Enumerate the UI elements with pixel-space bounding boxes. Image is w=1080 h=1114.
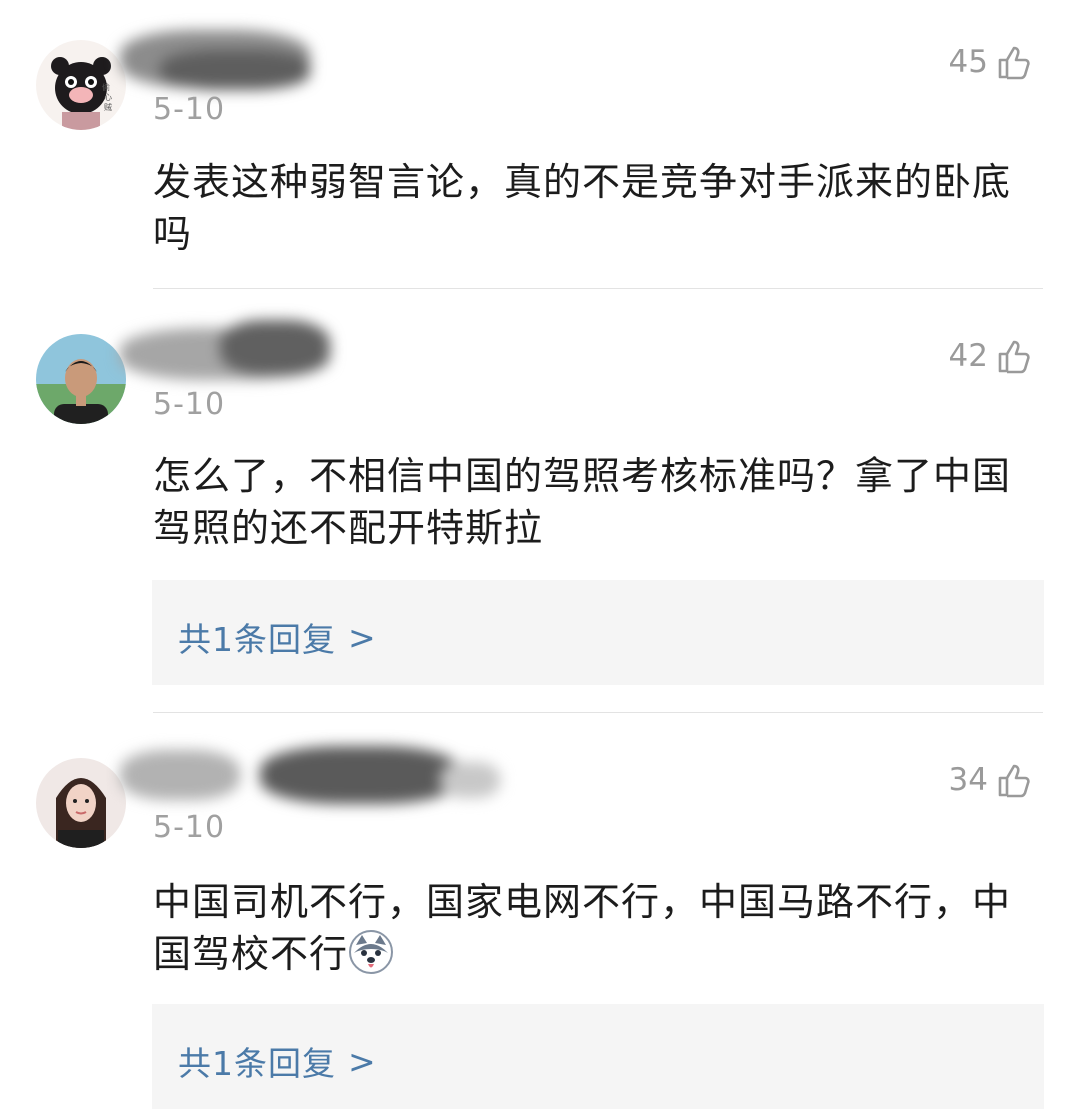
- like-count: 42: [948, 338, 988, 374]
- comment-text: 中国司机不行，国家电网不行，中国马路不行，中国驾校不行: [153, 876, 1043, 980]
- svg-text:贼: 贼: [104, 102, 112, 112]
- user-avatar[interactable]: 偷 心 贼: [36, 40, 126, 130]
- like-button[interactable]: 45: [949, 44, 1032, 80]
- user-avatar[interactable]: [36, 758, 126, 848]
- comment-text-body: 中国司机不行，国家电网不行，中国马路不行，中国驾校不行: [153, 880, 1012, 976]
- view-replies-link[interactable]: 共1条回复 >: [178, 1037, 377, 1085]
- like-button[interactable]: 42: [949, 338, 1032, 374]
- reply-count-label: 共1条回复: [178, 1044, 336, 1083]
- thumbs-up-icon: [998, 46, 1030, 80]
- chevron-right-icon: >: [348, 617, 377, 657]
- like-button[interactable]: 34: [949, 762, 1032, 798]
- comment-item: 5-10 34 中国司机不行，国家电网不行，中国马路不行，中国驾校不行 共1条回…: [0, 714, 1080, 1114]
- thumbs-up-icon: [998, 340, 1030, 374]
- reply-thread-box[interactable]: 共1条回复 >: [152, 1004, 1044, 1109]
- view-replies-link[interactable]: 共1条回复 >: [178, 613, 377, 661]
- comment-date: 5-10: [153, 387, 226, 422]
- reply-thread-box[interactable]: 共1条回复 >: [152, 580, 1044, 685]
- comment-date: 5-10: [153, 92, 226, 127]
- like-count: 34: [948, 762, 988, 798]
- like-count: 45: [948, 44, 988, 80]
- comment-divider: [153, 712, 1043, 713]
- comment-item: 5-10 42 怎么了，不相信中国的驾照考核标准吗？拿了中国驾照的还不配开特斯拉…: [0, 290, 1080, 714]
- comment-text: 怎么了，不相信中国的驾照考核标准吗？拿了中国驾照的还不配开特斯拉: [153, 454, 1012, 550]
- comment-divider: [153, 288, 1043, 289]
- comment-text: 发表这种弱智言论，真的不是竞争对手派来的卧底吗: [153, 160, 1012, 256]
- comment-date: 5-10: [153, 810, 226, 845]
- reply-count-label: 共1条回复: [178, 620, 336, 659]
- cartoon-bear-avatar-icon: 偷 心 贼: [36, 40, 126, 130]
- svg-text:偷: 偷: [102, 82, 110, 92]
- user-avatar[interactable]: [36, 334, 126, 424]
- young-man-avatar-icon: [36, 334, 126, 424]
- comment-item: 偷 心 贼 5-10 45 发表这种弱智言论，真的不是竞争对手派来的卧底吗: [0, 0, 1080, 290]
- husky-dog-emoji-icon: [348, 929, 394, 975]
- thumbs-up-icon: [998, 764, 1030, 798]
- svg-text:心: 心: [104, 93, 112, 102]
- chevron-right-icon: >: [348, 1041, 377, 1081]
- young-woman-avatar-icon: [36, 758, 126, 848]
